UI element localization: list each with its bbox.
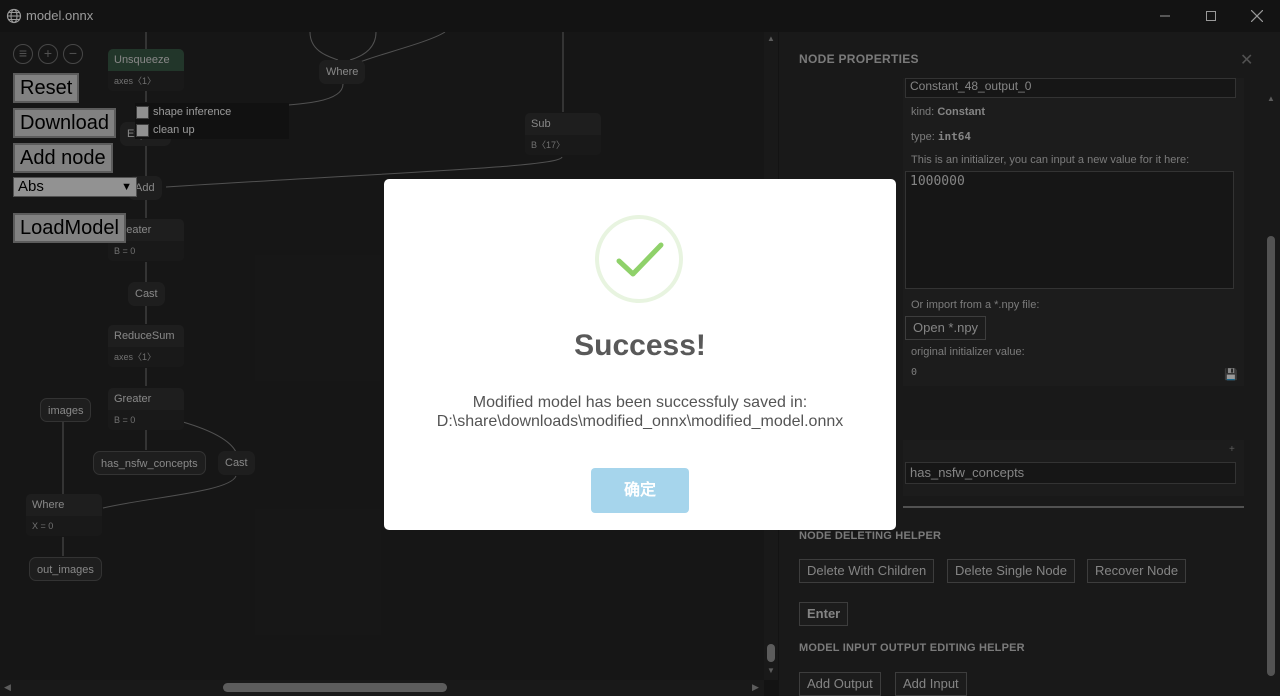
dialog-message-line1: Modified model has been successfuly save… [472, 394, 808, 411]
dialog-message: Modified model has been successfuly save… [384, 393, 896, 431]
dialog-title: Success! [574, 329, 706, 362]
modal-overlay[interactable]: Success! Modified model has been success… [0, 0, 1280, 696]
checkmark-icon [616, 242, 664, 277]
confirm-button[interactable]: 确定 [591, 468, 689, 513]
success-dialog: Success! Modified model has been success… [384, 179, 896, 530]
dialog-message-path: D:\share\downloads\modified_onnx\modifie… [436, 413, 844, 430]
success-check-icon [595, 215, 683, 303]
